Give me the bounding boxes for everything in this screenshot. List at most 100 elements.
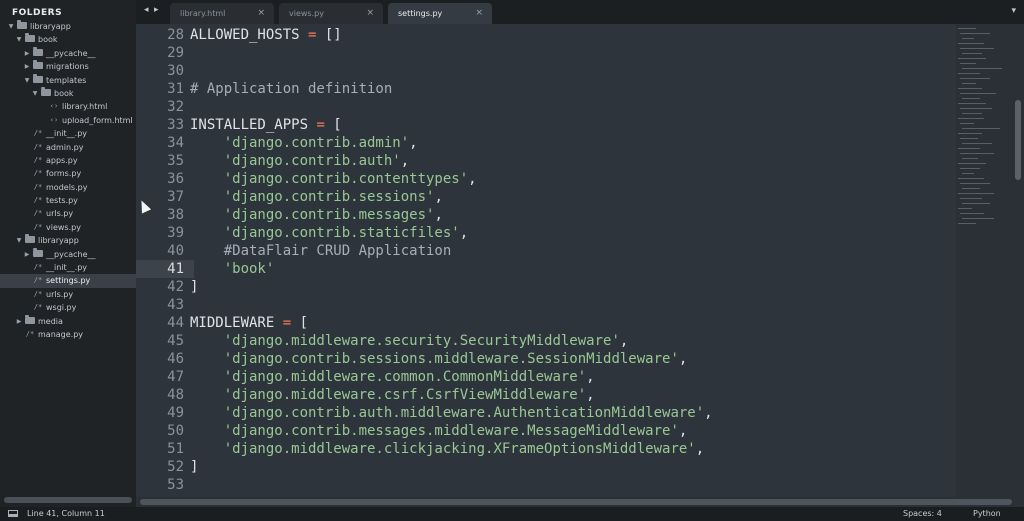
tree-folder[interactable]: ▶ __pycache__	[0, 247, 136, 261]
line-number: 44	[167, 315, 184, 331]
tab-library-html[interactable]: library.html ×	[170, 3, 274, 24]
vertical-scrollbar[interactable]	[1015, 100, 1021, 180]
tree-folder[interactable]: ▼ templates	[0, 73, 136, 87]
panel-toggle-icon[interactable]	[8, 510, 18, 517]
tree-file[interactable]: /* admin.py	[0, 141, 136, 154]
tree-folder[interactable]: ▼ libraryapp	[0, 234, 136, 247]
code-line[interactable]: 32	[136, 98, 956, 116]
tree-file[interactable]: /* apps.py	[0, 154, 136, 167]
indentation-setting[interactable]: Spaces: 4	[903, 509, 942, 518]
minimap-stroke	[962, 218, 994, 219]
chevron-down-icon[interactable]: ▼	[15, 33, 23, 46]
tree-file[interactable]: /* models.py	[0, 181, 136, 194]
code-line[interactable]: 45 'django.middleware.security.SecurityM…	[136, 332, 956, 350]
code-line[interactable]: 52]	[136, 458, 956, 476]
minimap[interactable]	[956, 24, 1014, 497]
chevron-right-icon[interactable]: ▶	[23, 248, 31, 261]
code-line[interactable]: 28 ALLOWED_HOSTS = []	[136, 26, 956, 44]
tree-file[interactable]: ‹› upload_form.html	[0, 114, 136, 127]
code-line[interactable]: 36 'django.contrib.contenttypes',	[136, 170, 956, 188]
sidebar-scrollbar[interactable]	[4, 497, 132, 503]
code-token: INSTALLED_APPS	[190, 117, 317, 133]
line-number: 51	[167, 441, 184, 457]
code-line[interactable]: 46 'django.contrib.sessions.middleware.S…	[136, 350, 956, 368]
chevron-right-icon[interactable]: ▶	[23, 47, 31, 60]
chevron-down-icon[interactable]: ▼	[31, 87, 39, 100]
code-line[interactable]: 39 'django.contrib.staticfiles',	[136, 224, 956, 242]
code-text: 'django.contrib.auth.middleware.Authenti…	[190, 404, 713, 422]
code-line[interactable]: 42]	[136, 278, 956, 296]
code-line[interactable]: 44 MIDDLEWARE = [	[136, 314, 956, 332]
code-line[interactable]: 34 'django.contrib.admin',	[136, 134, 956, 152]
chevron-down-icon[interactable]: ▼	[15, 234, 23, 247]
line-number: 39	[167, 225, 184, 241]
code-line[interactable]: 53	[136, 476, 956, 494]
chevron-down-icon[interactable]: ▼	[7, 20, 15, 33]
tab-overflow-icon[interactable]: ▾	[1011, 6, 1016, 16]
code-line[interactable]: 49 'django.contrib.auth.middleware.Authe…	[136, 404, 956, 422]
code-line[interactable]: 29	[136, 44, 956, 62]
tree-file[interactable]: /* views.py	[0, 221, 136, 234]
tree-file[interactable]: /* __init__.py	[0, 261, 136, 274]
minimap-stroke	[962, 173, 974, 174]
horizontal-scrollbar[interactable]	[140, 499, 1012, 505]
tree-file[interactable]: /* tests.py	[0, 194, 136, 207]
code-editor[interactable]: 28 ALLOWED_HOSTS = [] 29 30 31 # Application …	[136, 24, 956, 497]
code-line[interactable]: 47 'django.middleware.common.CommonMiddl…	[136, 368, 956, 386]
minimap-stroke	[958, 223, 976, 224]
code-line[interactable]: 30	[136, 62, 956, 80]
tree-folder[interactable]: ▼ libraryapp	[0, 20, 136, 33]
tree-file[interactable]: /* urls.py	[0, 288, 136, 301]
tree-folder[interactable]: ▶ __pycache__	[0, 46, 136, 60]
tree-file[interactable]: /* __init__.py	[0, 127, 136, 140]
code-line[interactable]: 41 'book'	[136, 260, 956, 278]
line-number: 36	[167, 171, 184, 187]
line-number: 28	[167, 27, 184, 43]
line-number: 53	[167, 477, 184, 493]
tab-views-py[interactable]: views.py ×	[279, 3, 383, 24]
tree-file[interactable]: /* wsgi.py	[0, 301, 136, 314]
chevron-right-icon[interactable]: ▶	[23, 60, 31, 73]
tab-settings-py[interactable]: settings.py ×	[388, 3, 492, 24]
string-token: 'django.contrib.messages'	[223, 207, 435, 223]
code-line[interactable]: 37 'django.contrib.sessions',	[136, 188, 956, 206]
code-line[interactable]: 33 INSTALLED_APPS = [	[136, 116, 956, 134]
code-token: MIDDLEWARE	[190, 315, 283, 331]
code-line[interactable]: 48 'django.middleware.csrf.CsrfViewMiddl…	[136, 386, 956, 404]
python-file-icon: /*	[33, 276, 43, 285]
line-number: 35	[167, 153, 184, 169]
code-line[interactable]: 35 'django.contrib.auth',	[136, 152, 956, 170]
tab-next-icon[interactable]: ▸	[154, 5, 159, 15]
code-text: 'django.contrib.auth',	[190, 152, 409, 170]
close-icon[interactable]: ×	[475, 8, 483, 18]
code-line[interactable]: 51 'django.middleware.clickjacking.XFram…	[136, 440, 956, 458]
tree-item-label: views.py	[46, 222, 81, 232]
tree-folder[interactable]: ▼ book	[0, 86, 136, 100]
tab-prev-icon[interactable]: ◂	[144, 5, 149, 15]
syntax-mode[interactable]: Python	[973, 509, 1001, 518]
tree-folder[interactable]: ▼ book	[0, 33, 136, 46]
code-line[interactable]: 50 'django.contrib.messages.middleware.M…	[136, 422, 956, 440]
code-token: ,	[678, 423, 688, 439]
chevron-right-icon[interactable]: ▶	[15, 315, 23, 328]
tree-file[interactable]: /* manage.py	[0, 328, 136, 341]
close-icon[interactable]: ×	[366, 8, 374, 18]
code-line[interactable]: 40 #DataFlair CRUD Application	[136, 242, 956, 260]
tree-file[interactable]: /* urls.py	[0, 207, 136, 220]
sidebar: FOLDERS ▼ libraryapp ▼ book ▶ __pycache__ ▶ mig…	[0, 0, 136, 507]
code-line[interactable]: 38 'django.contrib.messages',	[136, 206, 956, 224]
code-token: ,	[678, 351, 688, 367]
tree-file[interactable]: ‹› library.html	[0, 100, 136, 113]
close-icon[interactable]: ×	[257, 8, 265, 18]
tree-folder[interactable]: ▶ media	[0, 314, 136, 328]
python-file-icon: /*	[33, 303, 43, 312]
chevron-down-icon[interactable]: ▼	[23, 74, 31, 87]
tree-file[interactable]: /* forms.py	[0, 167, 136, 180]
tree-file[interactable]: /* settings.py	[0, 274, 136, 288]
code-line[interactable]: 31 # Application definition	[136, 80, 956, 98]
tree-folder[interactable]: ▶ migrations	[0, 60, 136, 73]
code-text: 'django.contrib.messages.middleware.Mess…	[190, 422, 688, 440]
code-text: ]	[190, 278, 198, 296]
code-line[interactable]: 43	[136, 296, 956, 314]
cursor-position[interactable]: Line 41, Column 11	[27, 509, 105, 518]
